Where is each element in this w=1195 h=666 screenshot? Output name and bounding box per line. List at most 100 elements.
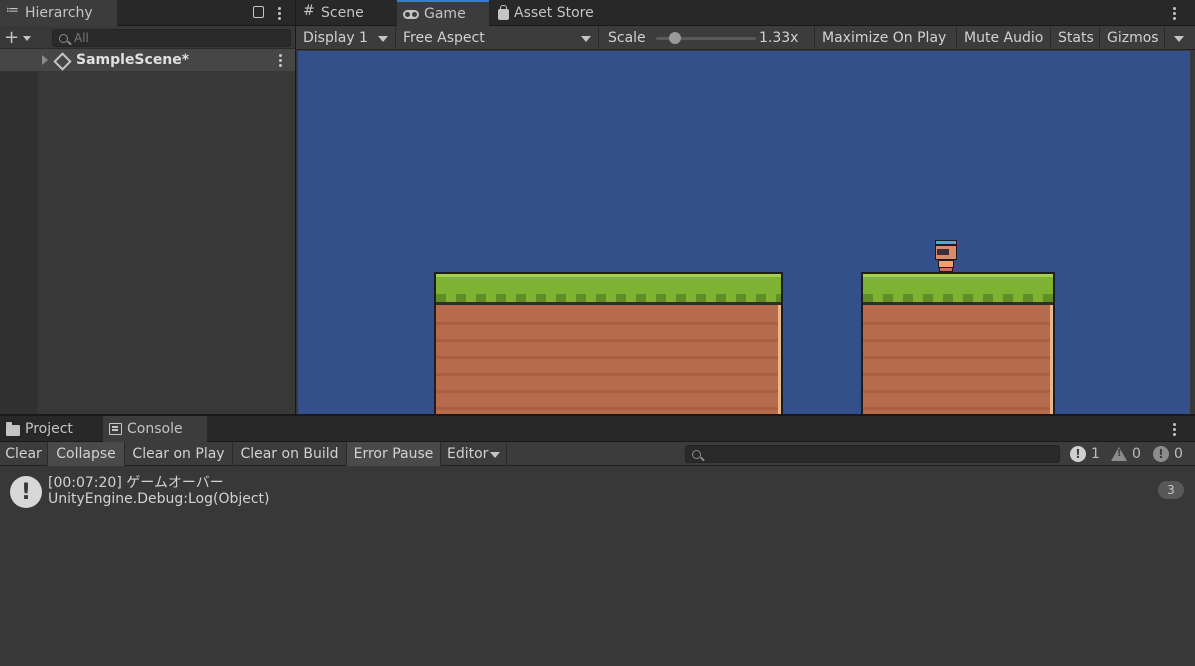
log-message: [00:07:20] ゲームオーバー [48,475,224,491]
info-message-icon: ! [10,476,42,508]
player-mask [937,249,949,255]
warning-count-toggle[interactable]: 0 [1111,442,1141,466]
search-icon [59,33,68,43]
editor-dropdown[interactable]: Editor [441,442,507,466]
tab-project-label: Project [25,421,73,437]
warning-count: 0 [1132,446,1141,462]
tab-hierarchy-label: Hierarchy [25,5,93,21]
scale-slider-thumb[interactable] [669,32,681,44]
game-viewport[interactable] [298,51,1190,414]
display-label: Display 1 [303,30,368,46]
game-toolbar: Display 1 Free Aspect Scale 1.33x Maximi… [296,26,1195,50]
dirt-edge [1050,305,1053,414]
stats-label: Stats [1058,30,1094,46]
info-count-toggle[interactable]: ! 1 [1070,442,1100,466]
bag-icon [498,4,509,20]
error-count-toggle[interactable]: ! 0 [1153,442,1183,466]
hierarchy-toolbar: + [0,26,295,49]
console-toolbar: Clear Collapse Clear on Play Clear on Bu… [0,442,1195,466]
tab-console[interactable]: Console [103,416,207,442]
chevron-down-icon [490,452,500,458]
gizmos-dropdown[interactable] [1165,26,1191,50]
error-pause-toggle[interactable]: Error Pause [347,442,441,466]
plus-icon: + [4,27,20,48]
folder-icon [6,421,20,436]
tab-scene-label: Scene [321,5,364,21]
console-icon [109,423,122,435]
aspect-label: Free Aspect [403,30,485,46]
console-search[interactable] [685,445,1060,463]
scale-value: 1.33x [759,30,799,46]
aspect-dropdown[interactable]: Free Aspect [396,26,599,50]
log-entry[interactable]: ! [00:07:20] ゲームオーバー UnityEngine.Debug:L… [0,470,1195,510]
clear-on-play-label: Clear on Play [132,446,225,462]
chevron-down-icon [1174,36,1184,42]
scale-slider[interactable] [656,32,756,44]
tab-console-label: Console [127,421,183,437]
chevron-down-icon [23,36,32,41]
chevron-down-icon [378,36,388,42]
scene-name: SampleScene* [76,52,190,68]
tab-hierarchy[interactable]: Hierarchy [0,0,117,26]
collapse-toggle[interactable]: Collapse [48,442,125,466]
tab-project[interactable]: Project [0,416,100,442]
tab-game[interactable]: Game [397,0,489,26]
hierarchy-search-input[interactable] [74,31,274,45]
clear-button[interactable]: Clear [0,442,48,466]
console-search-input[interactable] [709,446,1049,462]
clear-on-build-label: Clear on Build [240,446,339,462]
hierarchy-search[interactable] [52,29,291,47]
tab-asset-store-label: Asset Store [514,5,594,21]
console-panel: Project Console Clear Collapse Clear on … [0,416,1195,666]
foldout-arrow-icon[interactable] [42,55,48,65]
log-list: ! [00:07:20] ゲームオーバー UnityEngine.Debug:L… [0,467,1195,666]
mute-audio-toggle[interactable]: Mute Audio [957,26,1051,50]
clear-on-play-toggle[interactable]: Clear on Play [125,442,233,466]
error-count: 0 [1174,446,1183,462]
gizmos-label: Gizmos [1107,30,1159,46]
tab-game-label: Game [424,6,466,22]
clear-on-build-toggle[interactable]: Clear on Build [233,442,347,466]
maximize-on-play-toggle[interactable]: Maximize On Play [815,26,957,50]
dirt-edge [778,305,781,414]
warning-icon [1111,447,1127,461]
display-dropdown[interactable]: Display 1 [296,26,396,50]
hierarchy-gutter [0,71,38,414]
log-collapse-count: 3 [1158,481,1184,499]
game-tabbar: Scene Game Asset Store [296,0,1195,26]
info-icon: ! [1070,446,1086,462]
error-pause-label: Error Pause [353,446,434,462]
gizmos-toggle[interactable]: Gizmos [1100,26,1165,50]
game-menu-icon[interactable] [1169,5,1179,21]
tab-asset-store[interactable]: Asset Store [492,0,607,26]
lock-icon[interactable] [253,6,264,18]
tab-scene[interactable]: Scene [296,0,395,26]
editor-label: Editor [447,446,489,462]
hierarchy-menu-icon[interactable] [274,5,284,21]
stats-toggle[interactable]: Stats [1051,26,1100,50]
collapse-label: Collapse [56,446,116,462]
add-object-button[interactable]: + [4,28,38,47]
console-menu-icon[interactable] [1169,421,1179,437]
grass-top [863,274,1053,305]
mute-label: Mute Audio [964,30,1044,46]
console-tabbar: Project Console [0,416,1195,442]
gamepad-icon [403,9,419,19]
search-icon [692,449,701,459]
hierarchy-tabbar: Hierarchy [0,0,295,26]
scene-row[interactable]: SampleScene* [0,49,295,71]
ground-platform-right [861,272,1055,414]
hierarchy-tree: SampleScene* [0,49,295,414]
hash-icon [302,3,316,20]
dirt [863,308,1053,414]
error-icon: ! [1153,446,1169,462]
list-icon [6,3,20,20]
chevron-down-icon [581,36,591,42]
scale-label: Scale [608,30,646,46]
maximize-label: Maximize On Play [822,30,947,46]
info-count: 1 [1091,446,1100,462]
unity-scene-icon [54,53,68,67]
scene-menu-icon[interactable] [275,52,285,68]
hierarchy-panel: Hierarchy + SampleScene* [0,0,295,414]
dirt [436,308,781,414]
